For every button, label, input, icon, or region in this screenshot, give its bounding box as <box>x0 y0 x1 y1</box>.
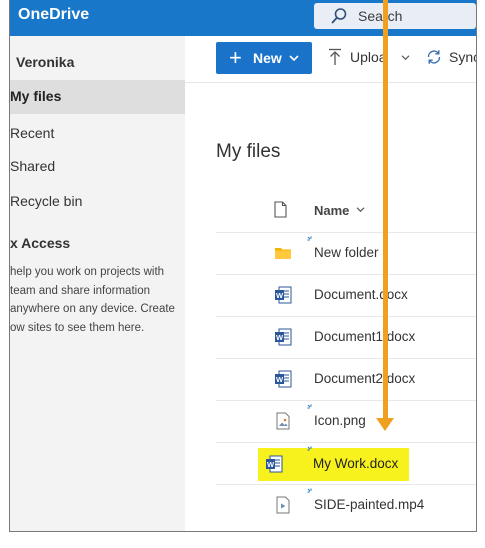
sidebar-item-shared[interactable]: Shared <box>10 150 185 184</box>
image-file-icon <box>276 412 290 430</box>
annotation-arrow-head <box>376 418 394 431</box>
svg-text:W: W <box>276 291 284 300</box>
sidebar-item-label: Shared <box>10 158 56 174</box>
new-button-label: New <box>253 50 282 66</box>
name-column-header[interactable]: Name <box>314 203 349 218</box>
file-row[interactable]: W Document2.docx <box>216 358 476 400</box>
file-name[interactable]: Icon.png <box>314 413 366 428</box>
word-doc-icon: W <box>275 328 292 346</box>
chevron-down-icon[interactable] <box>356 206 365 213</box>
upload-icon <box>329 48 341 65</box>
quick-access-line: team and share information <box>10 284 150 297</box>
sidebar-item-label: Recycle bin <box>10 193 83 209</box>
top-app-bar: OneDrive Search <box>10 0 476 36</box>
word-doc-icon: W <box>275 370 292 388</box>
new-item-indicator-icon <box>307 446 312 451</box>
new-button[interactable]: + New <box>216 42 312 74</box>
video-file-icon <box>276 496 290 514</box>
svg-text:W: W <box>276 333 284 342</box>
file-name[interactable]: New folder <box>314 245 379 260</box>
sidebar-item-recent[interactable]: Recent <box>10 117 185 151</box>
file-name[interactable]: My Work.docx <box>313 456 398 471</box>
search-label: Search <box>358 8 403 24</box>
file-name[interactable]: Document2.docx <box>314 371 415 386</box>
new-item-indicator-icon <box>307 404 312 409</box>
chevron-down-icon <box>401 55 410 61</box>
chevron-down-icon <box>289 55 299 62</box>
page-title: My files <box>216 141 281 162</box>
file-row[interactable]: W Document1.docx <box>216 316 476 358</box>
chevron-down-icon: ▾ <box>9 55 10 68</box>
search-icon <box>331 8 347 24</box>
plus-icon: + <box>229 45 242 70</box>
file-name[interactable]: SIDE-painted.mp4 <box>314 497 424 512</box>
svg-text:W: W <box>276 375 284 384</box>
annotation-arrow-shaft <box>383 0 388 423</box>
quick-access-title: x Access <box>10 235 71 251</box>
file-row[interactable]: W Document.docx <box>216 274 476 316</box>
new-item-indicator-icon <box>307 236 312 241</box>
sync-icon <box>427 50 441 64</box>
user-name-text: Veronika <box>16 54 75 70</box>
file-row[interactable]: New folder <box>216 232 476 274</box>
word-doc-icon: W <box>266 455 283 473</box>
column-header-row: Name <box>216 194 476 230</box>
upload-button-label: Uploa <box>350 49 387 65</box>
quick-access-line: ow sites to see them here. <box>10 321 145 334</box>
new-item-indicator-icon <box>307 488 312 493</box>
sidebar-item-recycle-bin[interactable]: Recycle bin <box>10 185 185 219</box>
quick-access-line: anywhere on any device. Create <box>10 303 175 315</box>
word-doc-icon: W <box>275 286 292 304</box>
file-name[interactable]: Document1.docx <box>314 329 415 344</box>
file-type-icon[interactable] <box>274 201 287 218</box>
file-name[interactable]: Document.docx <box>314 287 408 302</box>
folder-icon <box>275 248 291 259</box>
sidebar-item-label: My files <box>10 88 62 104</box>
left-nav-pane: ▾ Veronika My files Recent Shared Recycl… <box>10 36 185 531</box>
sync-button-label: Sync <box>449 49 476 65</box>
highlighted-file-callout[interactable]: W My Work.docx <box>258 448 409 481</box>
quick-access-description: help you work on projects with team and … <box>10 263 178 337</box>
sidebar-item-my-files[interactable]: My files <box>10 80 185 114</box>
file-row[interactable]: SIDE-painted.mp4 <box>216 484 476 526</box>
svg-text:W: W <box>267 460 275 469</box>
file-row[interactable]: Icon.png <box>216 400 476 442</box>
search-box[interactable]: Search <box>314 3 476 29</box>
toolbar-divider <box>185 82 476 83</box>
sidebar-item-label: Recent <box>10 125 55 141</box>
quick-access-line: help you work on projects with <box>10 266 165 278</box>
app-brand[interactable]: OneDrive <box>18 6 89 24</box>
